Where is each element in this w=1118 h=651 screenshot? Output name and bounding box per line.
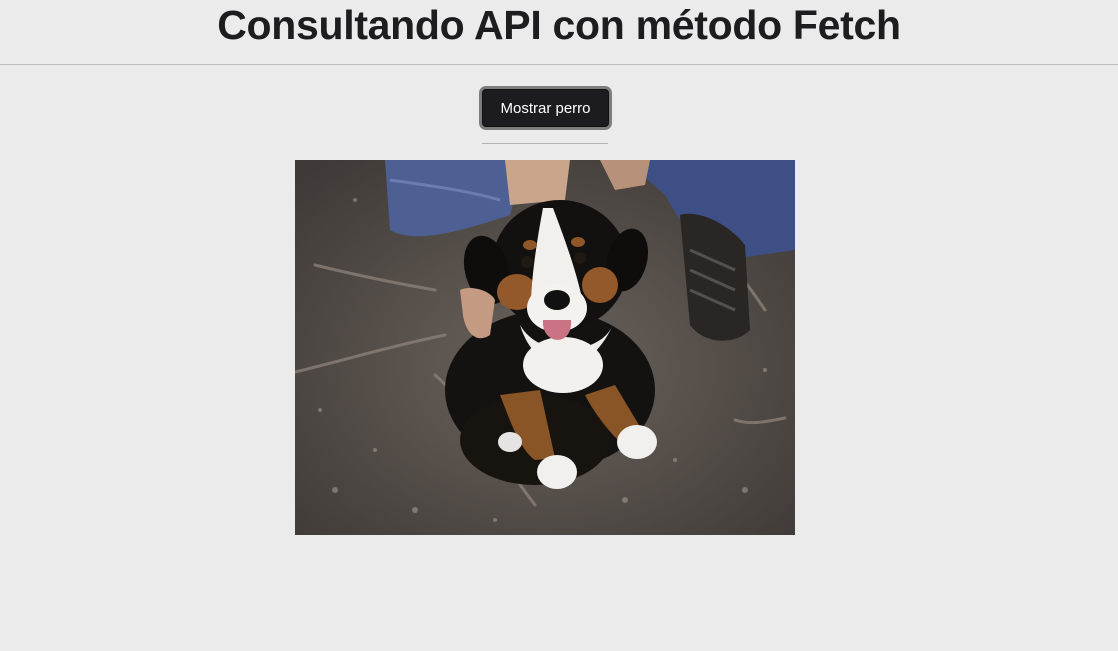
page-title: Consultando API con método Fetch (217, 2, 901, 48)
dog-photo-illustration (295, 160, 795, 535)
dog-photo (295, 160, 795, 535)
page-header: Consultando API con método Fetch (0, 0, 1118, 65)
divider (482, 143, 608, 144)
show-dog-button[interactable]: Mostrar perro (479, 86, 612, 130)
